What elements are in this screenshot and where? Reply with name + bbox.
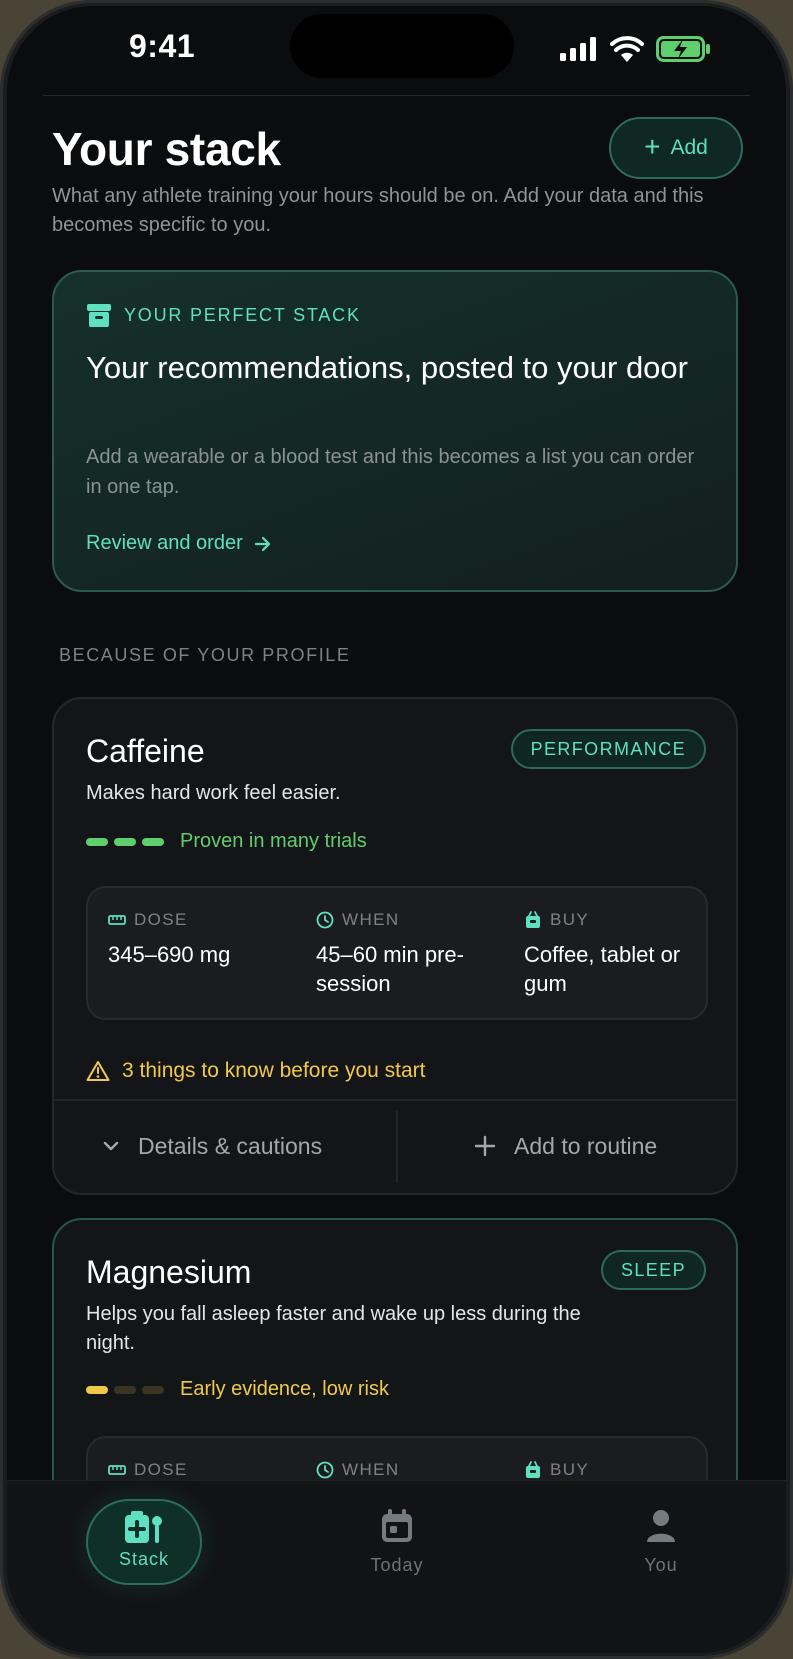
evidence-bar	[142, 1385, 164, 1394]
cautions-warning[interactable]: 3 things to know before you start	[86, 1059, 426, 1083]
fact-label: WHEN	[342, 910, 400, 929]
shop-icon	[526, 1461, 540, 1478]
evidence-label: Proven in many trials	[180, 830, 367, 852]
supplement-blurb: Makes hard work feel easier.	[86, 782, 341, 804]
screen: 9:41 Your stack + Add What any athlete t…	[7, 6, 786, 1653]
evidence-row: Proven in many trials	[86, 830, 367, 853]
facts-box: DOSE 345–690 mg WHEN 45–60 min pre-sessi…	[86, 886, 708, 1020]
evidence-row: Early evidence, low risk	[86, 1378, 389, 1401]
tab-you[interactable]: You	[591, 1509, 731, 1576]
supplement-card-magnesium[interactable]: Magnesium SLEEP Helps you fall asleep fa…	[52, 1218, 738, 1486]
add-button-label: Add	[670, 136, 708, 159]
section-label: BECAUSE OF YOUR PROFILE	[59, 645, 351, 665]
evidence-bar	[86, 837, 108, 846]
calendar-icon	[382, 1509, 412, 1542]
perfect-stack-headline: Your recommendations, posted to your doo…	[86, 350, 688, 385]
review-and-order-label: Review and order	[86, 532, 243, 554]
fact-when: WHEN	[316, 1460, 506, 1480]
evidence-label: Early evidence, low risk	[180, 1378, 389, 1400]
fact-label: DOSE	[134, 910, 188, 929]
add-button[interactable]: + Add	[609, 117, 743, 179]
tab-label: Stack	[118, 1549, 170, 1569]
category-badge: PERFORMANCE	[510, 729, 706, 769]
tab-label: Today	[370, 1555, 424, 1575]
clock-icon	[316, 1461, 334, 1479]
person-icon	[647, 1510, 675, 1542]
phone-frame: 9:41 Your stack + Add What any athlete t…	[0, 0, 793, 1659]
warning-icon	[86, 1061, 110, 1081]
tab-today[interactable]: Today	[327, 1509, 467, 1576]
supplement-card-caffeine[interactable]: Caffeine PERFORMANCE Makes hard work fee…	[52, 697, 738, 1195]
clock-icon	[316, 911, 334, 929]
details-cautions-button[interactable]: Details & cautions	[102, 1101, 322, 1191]
fact-value: 45–60 min pre-session	[316, 942, 464, 996]
add-to-routine-label: Add to routine	[514, 1132, 658, 1159]
evidence-strength-bars	[86, 1385, 164, 1394]
cautions-warning-label: 3 things to know before you start	[122, 1059, 426, 1082]
perfect-stack-description: Add a wearable or a blood test and this …	[86, 446, 695, 498]
review-and-order-link[interactable]: Review and order	[86, 532, 273, 555]
tab-bar: Stack Today You	[7, 1480, 786, 1653]
scroll-content[interactable]: Your stack + Add What any athlete traini…	[7, 96, 786, 1486]
status-bar: 9:41	[7, 6, 786, 98]
evidence-bar	[114, 1385, 136, 1394]
arrow-right-icon	[254, 536, 270, 551]
fact-value: Coffee, tablet or gum	[524, 942, 681, 996]
page-title: Your stack	[52, 123, 281, 175]
status-time: 9:41	[129, 28, 196, 64]
page-subtitle: What any athlete training your hours sho…	[52, 185, 704, 236]
ruler-icon	[108, 1465, 126, 1475]
fact-dose: DOSE	[108, 1460, 298, 1480]
perfect-stack-tag: YOUR PERFECT STACK	[124, 304, 361, 325]
wifi-icon	[610, 36, 644, 62]
battery-charging-icon	[656, 36, 710, 62]
add-to-routine-button[interactable]: Add to routine	[474, 1101, 657, 1191]
fact-label: DOSE	[134, 1460, 188, 1479]
fact-buy: BUY	[524, 1460, 714, 1480]
signal-icon	[560, 37, 596, 61]
status-icons	[560, 36, 712, 62]
plus-icon: +	[644, 130, 661, 162]
fact-label: BUY	[550, 1460, 590, 1479]
fact-dose: DOSE 345–690 mg	[108, 910, 298, 969]
chevron-down-icon	[103, 1141, 119, 1151]
ruler-icon	[108, 915, 126, 925]
perfect-stack-tag-row: YOUR PERFECT STACK	[86, 302, 361, 328]
plus-icon	[474, 1135, 496, 1157]
fact-label: WHEN	[342, 1460, 400, 1479]
evidence-bar	[142, 837, 164, 846]
fact-when: WHEN 45–60 min pre-session	[316, 910, 506, 998]
archive-box-icon	[87, 304, 111, 327]
actions-divider	[396, 1111, 398, 1183]
evidence-bar	[86, 1385, 108, 1394]
tab-stack[interactable]: Stack	[86, 1499, 202, 1585]
evidence-strength-bars	[86, 837, 164, 846]
fact-buy: BUY Coffee, tablet or gum	[524, 910, 714, 998]
dynamic-island	[290, 14, 514, 78]
card-actions: Details & cautions Add to routine	[54, 1099, 736, 1193]
details-cautions-label: Details & cautions	[138, 1132, 323, 1159]
medical-kit-icon	[125, 1511, 162, 1543]
supplement-blurb: Helps you fall asleep faster and wake up…	[86, 1303, 581, 1354]
tab-label: You	[644, 1555, 678, 1575]
facts-box: DOSE WHEN BUY	[86, 1436, 708, 1486]
fact-value: 345–690 mg	[108, 942, 231, 967]
fact-label: BUY	[550, 910, 590, 929]
evidence-bar	[114, 837, 136, 846]
category-badge: SLEEP	[600, 1250, 706, 1290]
shop-icon	[526, 911, 540, 928]
supplement-name: Caffeine	[86, 733, 205, 769]
supplement-name: Magnesium	[86, 1254, 252, 1290]
perfect-stack-card[interactable]: YOUR PERFECT STACK Your recommendations,…	[52, 270, 738, 592]
